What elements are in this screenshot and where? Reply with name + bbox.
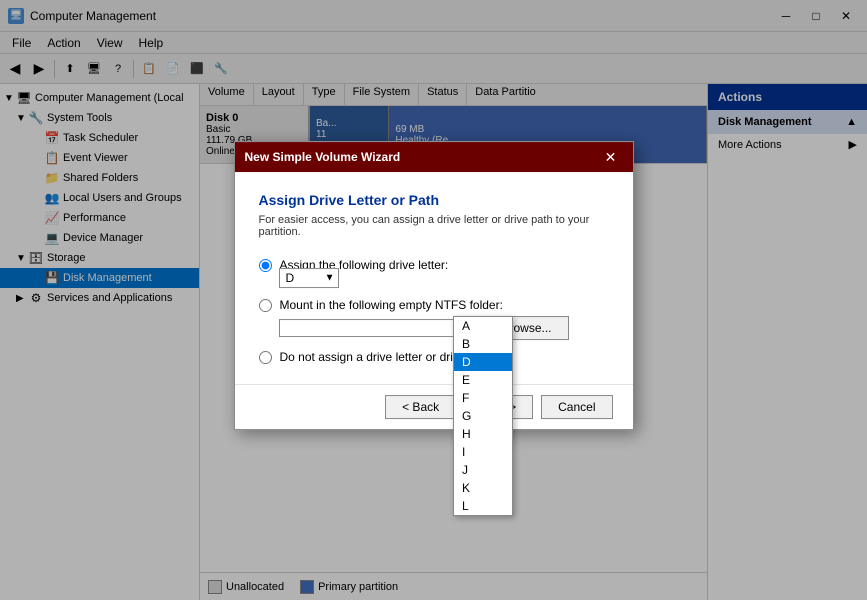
ntfs-path-input[interactable] (279, 319, 479, 337)
drive-letter-select-box: D E F ▼ (279, 268, 339, 288)
dialog-body: Assign Drive Letter or Path For easier a… (235, 172, 633, 384)
mount-ntfs-radio[interactable] (259, 299, 272, 312)
dialog-title-bar: New Simple Volume Wizard ✕ (235, 142, 633, 172)
dialog-close-button[interactable]: ✕ (599, 145, 623, 169)
dropdown-item-M[interactable]: M (454, 515, 512, 516)
no-assign-radio[interactable] (259, 351, 272, 364)
dialog-footer: < Back Next > Cancel (235, 384, 633, 429)
dropdown-item-H[interactable]: H (454, 425, 512, 443)
dropdown-item-L[interactable]: L (454, 497, 512, 515)
dropdown-item-K[interactable]: K (454, 479, 512, 497)
dropdown-item-I[interactable]: I (454, 443, 512, 461)
dropdown-item-D[interactable]: D (454, 353, 512, 371)
radio-group: Assign the following drive letter: D E F… (259, 258, 609, 364)
dropdown-item-G[interactable]: G (454, 407, 512, 425)
mount-ntfs-label[interactable]: Mount in the following empty NTFS folder… (280, 298, 503, 312)
dropdown-item-J[interactable]: J (454, 461, 512, 479)
dropdown-item-A[interactable]: A (454, 317, 512, 335)
assign-letter-option: Assign the following drive letter: D E F… (259, 258, 609, 288)
new-simple-volume-dialog: New Simple Volume Wizard ✕ Assign Drive … (234, 141, 634, 430)
back-button[interactable]: < Back (385, 395, 456, 419)
dialog-title: New Simple Volume Wizard (245, 150, 599, 164)
dropdown-item-E[interactable]: E (454, 371, 512, 389)
assign-letter-radio[interactable] (259, 259, 272, 272)
dialog-heading: Assign Drive Letter or Path (259, 192, 609, 208)
drive-letter-select[interactable]: D E F (279, 268, 339, 288)
browse-row: Browse... (279, 316, 609, 340)
dropdown-item-B[interactable]: B (454, 335, 512, 353)
mount-ntfs-row: Mount in the following empty NTFS folder… (259, 298, 609, 312)
dialog-subtext: For easier access, you can assign a driv… (259, 214, 609, 238)
drive-letter-dropdown[interactable]: A B D E F G H I J K L M N O P Q R S T U … (453, 316, 513, 516)
dropdown-item-F[interactable]: F (454, 389, 512, 407)
mount-ntfs-option: Mount in the following empty NTFS folder… (259, 298, 609, 340)
cancel-button[interactable]: Cancel (541, 395, 612, 419)
no-assign-row: Do not assign a drive letter or drive pa… (259, 350, 609, 364)
